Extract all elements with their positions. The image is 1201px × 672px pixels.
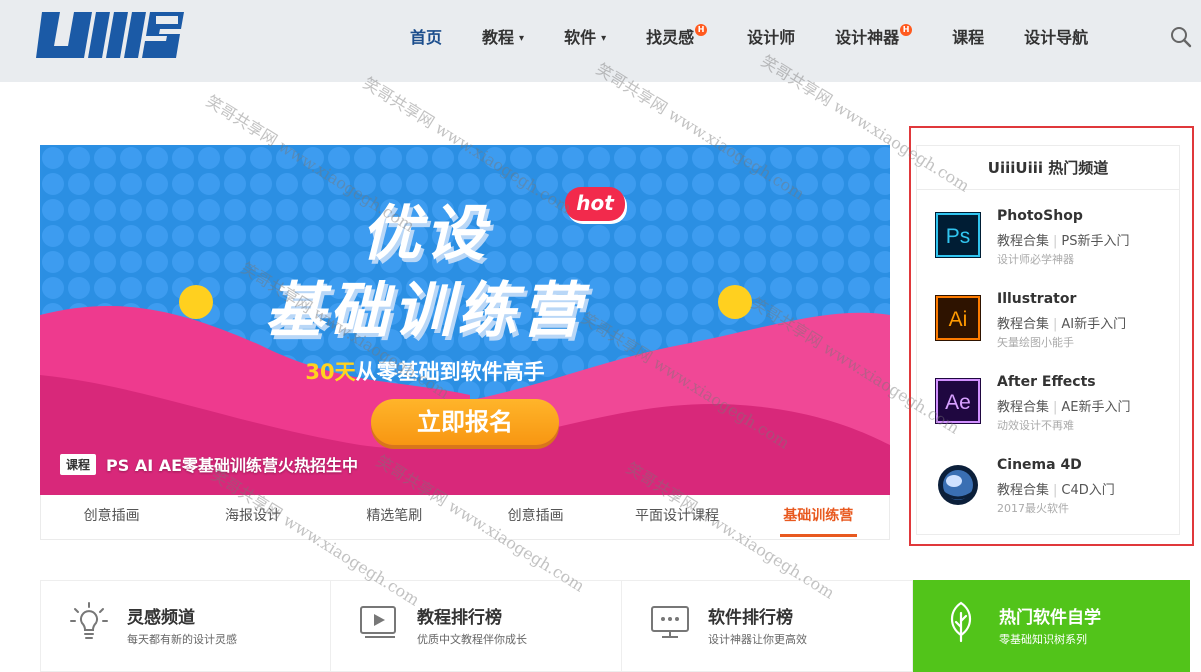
banner-tabs: 创意插画 海报设计 精选笔刷 创意插画 平面设计课程 基础训练营 [40, 495, 890, 540]
banner-tab[interactable]: 创意插画 [41, 495, 182, 539]
banner-subtitle-text: 从零基础到软件高手 [355, 360, 545, 384]
nav-inspiration[interactable]: 找灵感 H [646, 24, 708, 48]
channel-links: 教程合集 | PS新手入门 [997, 230, 1130, 249]
divider: | [1053, 483, 1058, 498]
channel-links: 教程合集 | AE新手入门 [997, 396, 1131, 415]
beginner-link[interactable]: PS新手入门 [1061, 234, 1129, 249]
feature-title: 软件排行榜 [708, 608, 793, 628]
banner-subtitle: 30天从零基础到软件高手 [0, 356, 850, 386]
nav-software[interactable]: 软件 ▾ [564, 24, 606, 48]
chevron-down-icon: ▾ [519, 33, 525, 44]
feature-subtitle: 设计神器让你更高效 [708, 633, 807, 646]
banner-caption-text: PS AI AE零基础训练营火热招生中 [106, 456, 359, 475]
nav-design-tools[interactable]: 设计神器 H [835, 24, 913, 48]
channel-links: 教程合集 | C4D入门 [997, 479, 1115, 498]
nav-design-navigation[interactable]: 设计导航 [1024, 24, 1088, 48]
nav-tutorials[interactable]: 教程 ▾ [482, 24, 524, 48]
monitor-icon [651, 606, 689, 638]
channel-name: PhotoShop [997, 208, 1083, 224]
banner-tab-active[interactable]: 基础训练营 [748, 495, 889, 539]
channel-name: After Effects [997, 374, 1096, 390]
channel-desc: 2017最火软件 [997, 502, 1069, 515]
feature-subtitle: 零基础知识树系列 [999, 633, 1087, 646]
ps-icon: Ps [935, 212, 981, 258]
hot-label: hot [565, 187, 625, 221]
nav-label: 课程 [952, 28, 985, 47]
top-header: 首页 教程 ▾ 软件 ▾ 找灵感 H 设计师 设计神器 H 课程 设计导航 [0, 0, 1201, 82]
feature-tutorial-ranking[interactable]: 教程排行榜 优质中文教程伴你成长 [331, 580, 622, 672]
channel-photoshop[interactable]: Ps PhotoShop 教程合集 | PS新手入门 设计师必学神器 [935, 208, 1175, 278]
banner-tab[interactable]: 海报设计 [182, 495, 323, 539]
nav-label: 教程 [482, 28, 515, 47]
search-icon[interactable] [1170, 26, 1192, 48]
watermark-cn: 笑哥共享网 [202, 91, 281, 150]
nav-label: 找灵感 [646, 28, 695, 47]
channel-desc: 动效设计不再难 [997, 419, 1074, 432]
nav-home[interactable]: 首页 [410, 24, 442, 48]
feature-inspiration[interactable]: 灵感频道 每天都有新的设计灵感 [40, 580, 331, 672]
feature-title: 灵感频道 [127, 608, 195, 628]
channel-desc: 矢量绘图小能手 [997, 336, 1074, 349]
banner-tab[interactable]: 平面设计课程 [606, 495, 747, 539]
divider: | [1053, 317, 1058, 332]
panel-title: UiiiUiii 热门频道 [917, 146, 1179, 190]
feature-title: 热门软件自学 [999, 608, 1101, 628]
svg-text:Ae: Ae [945, 391, 971, 414]
signup-button[interactable]: 立即报名 [371, 399, 559, 445]
hot-badge: H [695, 24, 708, 36]
nav-label: 设计神器 [835, 28, 900, 47]
main-nav: 首页 教程 ▾ 软件 ▾ 找灵感 H 设计师 设计神器 H 课程 设计导航 [410, 0, 1128, 72]
lightbulb-icon [70, 602, 108, 639]
hot-badge: H [900, 24, 913, 36]
nav-designers[interactable]: 设计师 [747, 24, 795, 48]
chevron-down-icon: ▾ [601, 33, 607, 44]
course-tag: 课程 [60, 453, 97, 475]
channel-desc: 设计师必学神器 [997, 253, 1074, 266]
banner-tab[interactable]: 创意插画 [465, 495, 606, 539]
banner-caption[interactable]: 课程 PS AI AE零基础训练营火热招生中 [60, 452, 358, 476]
nav-label: 首页 [410, 28, 443, 47]
banner-tab[interactable]: 精选笔刷 [324, 495, 465, 539]
svg-text:Ps: Ps [946, 225, 971, 248]
svg-text:Ai: Ai [949, 308, 968, 331]
divider: | [1053, 234, 1058, 249]
ae-icon: Ae [935, 378, 981, 424]
feature-self-study[interactable]: 热门软件自学 零基础知识树系列 [913, 580, 1190, 672]
divider: | [1053, 400, 1058, 415]
video-icon [360, 606, 396, 638]
feature-subtitle: 优质中文教程伴你成长 [417, 633, 527, 646]
hot-channels-panel: UiiiUiii 热门频道 Ps PhotoShop 教程合集 | PS新手入门 设… [916, 145, 1180, 535]
channel-illustrator[interactable]: Ai Illustrator 教程合集 | AI新手入门 矢量绘图小能手 [935, 291, 1175, 361]
nav-label: 软件 [564, 28, 597, 47]
channel-after-effects[interactable]: Ae After Effects 教程合集 | AE新手入门 动效设计不再难 [935, 374, 1175, 444]
leaf-icon [950, 601, 972, 643]
channel-links: 教程合集 | AI新手入门 [997, 313, 1126, 332]
nav-courses[interactable]: 课程 [952, 24, 984, 48]
channel-name: Cinema 4D [997, 457, 1082, 473]
watermark-cn: 笑哥共享网 [359, 73, 438, 132]
beginner-link[interactable]: AI新手入门 [1061, 317, 1126, 332]
beginner-link[interactable]: C4D入门 [1061, 483, 1114, 498]
feature-title: 教程排行榜 [417, 608, 502, 628]
collection-link[interactable]: 教程合集 [997, 483, 1049, 498]
beginner-link[interactable]: AE新手入门 [1061, 400, 1130, 415]
feature-software-ranking[interactable]: 软件排行榜 设计神器让你更高效 [622, 580, 913, 672]
banner-title-line1: 优设 [361, 199, 489, 269]
collection-link[interactable]: 教程合集 [997, 234, 1049, 249]
channel-name: Illustrator [997, 291, 1077, 307]
feature-subtitle: 每天都有新的设计灵感 [127, 633, 237, 646]
nav-label: 设计师 [747, 28, 796, 47]
c4d-icon [938, 465, 978, 505]
banner-title-line2: 基础训练营 [265, 276, 585, 346]
collection-link[interactable]: 教程合集 [997, 400, 1049, 415]
feature-row: 灵感频道 每天都有新的设计灵感 教程排行榜 优质中文教程伴你成长 软件排行榜 设… [40, 580, 1190, 672]
banner-subtitle-highlight: 30天 [305, 360, 356, 384]
nav-label: 设计导航 [1024, 28, 1089, 47]
ai-icon: Ai [935, 295, 981, 341]
channel-cinema-4d[interactable]: Cinema 4D 教程合集 | C4D入门 2017最火软件 [935, 457, 1175, 527]
site-logo[interactable] [34, 12, 186, 62]
collection-link[interactable]: 教程合集 [997, 317, 1049, 332]
